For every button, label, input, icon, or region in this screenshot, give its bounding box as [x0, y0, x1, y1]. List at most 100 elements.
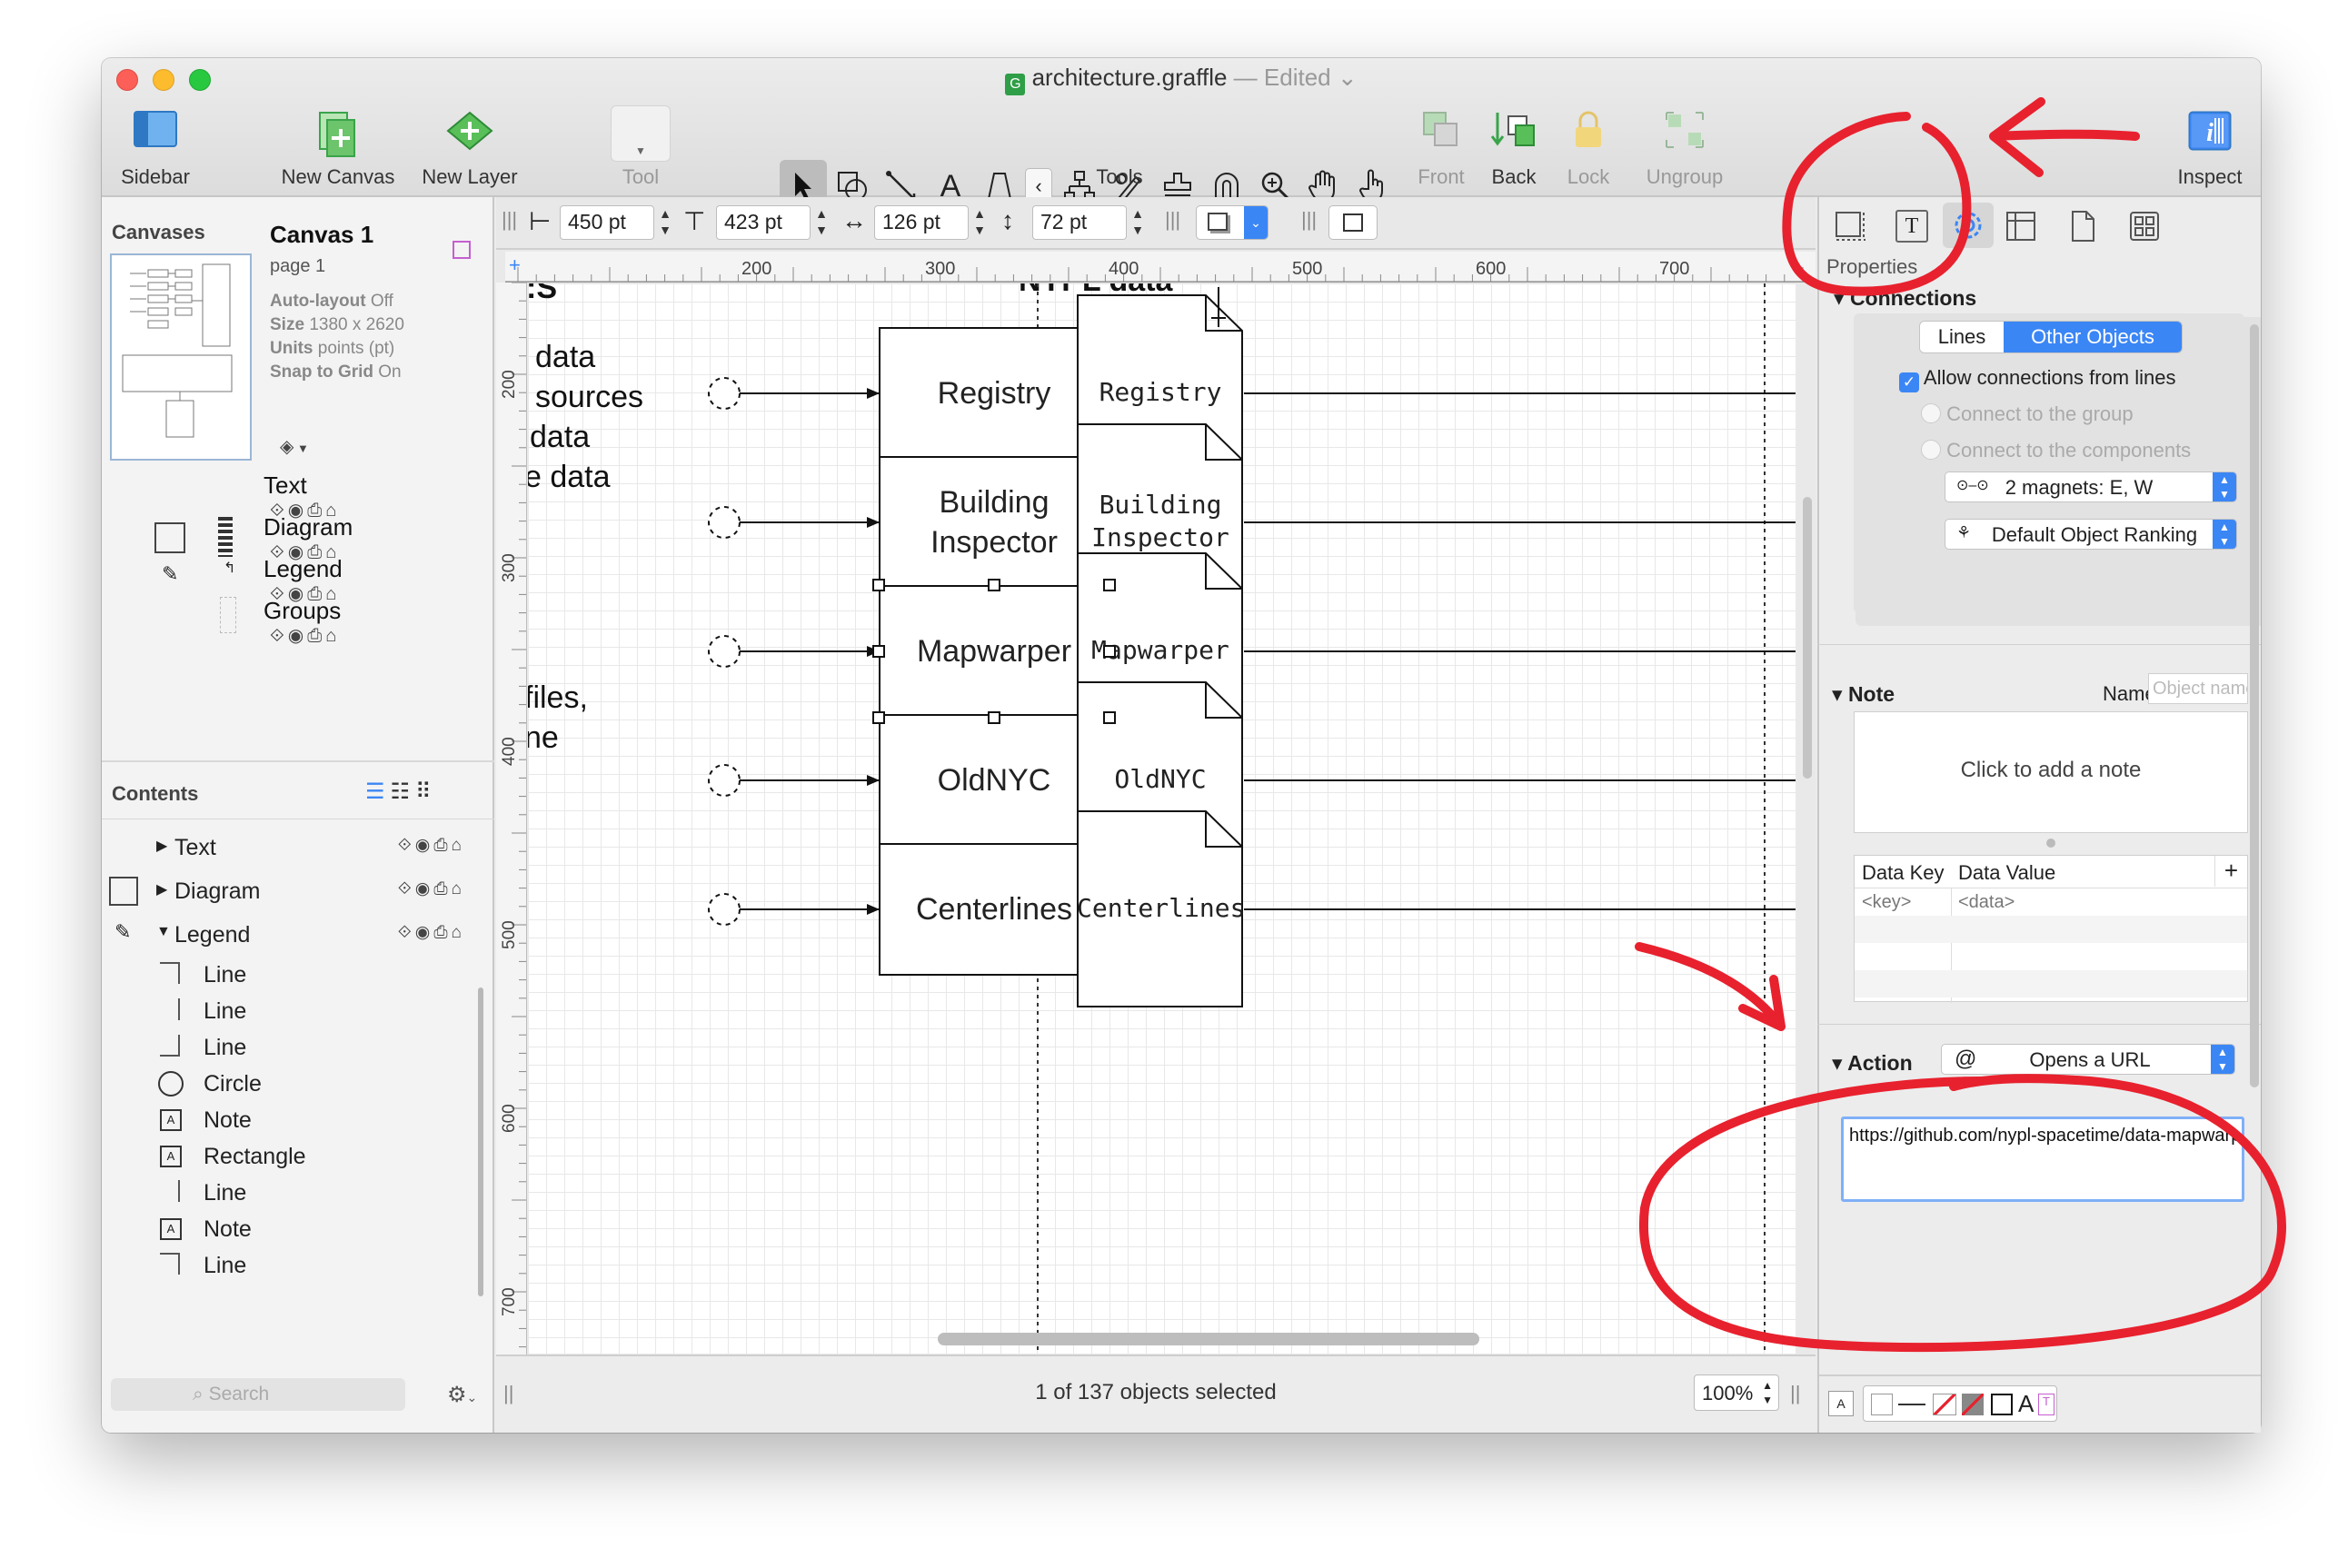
magnets-popup[interactable]: ⊙‒⊙ 2 magnets: E, W ▲ ▼ — [1945, 471, 2237, 502]
search-field[interactable]: ⌕ Search — [111, 1378, 405, 1411]
segment-other-objects[interactable]: Other Objects — [2004, 322, 2182, 352]
contents-item[interactable]: Line — [102, 1175, 483, 1211]
width-field[interactable]: 126 pt — [874, 205, 969, 240]
contents-item[interactable]: Line — [102, 1247, 483, 1284]
row-controls[interactable]: ⟐◉⎙⌂ — [398, 878, 465, 899]
bring-to-front-button[interactable]: Front — [1405, 58, 1477, 194]
process-box[interactable]: Centerlines — [879, 843, 1109, 976]
action-popup[interactable]: @ Opens a URL ▲ ▼ — [1941, 1044, 2235, 1075]
contents-item[interactable]: Circle — [102, 1066, 483, 1102]
source-circle[interactable] — [708, 635, 741, 668]
height-stepper[interactable]: ▲ ▼ — [1129, 205, 1147, 240]
source-circle[interactable] — [708, 377, 741, 410]
x-position-field[interactable]: 450 pt — [560, 205, 654, 240]
contents-group-text[interactable]: ▶ Text ⟐◉⎙⌂ — [102, 829, 483, 866]
layers-menu-button[interactable]: ◈ ▼ — [280, 435, 309, 458]
connect-group-radio[interactable]: Connect to the group — [1921, 402, 2134, 426]
y-position-field[interactable]: 423 pt — [716, 205, 811, 240]
process-box[interactable]: Building Inspector — [879, 456, 1109, 589]
segment-lines[interactable]: Lines — [1920, 322, 2004, 352]
stroke-style-button[interactable] — [1328, 205, 1378, 240]
shadow-style-popup[interactable]: ⌄ — [1196, 205, 1269, 240]
width-stepper[interactable]: ▲ ▼ — [970, 205, 989, 240]
font-a-icon[interactable]: A — [2018, 1390, 2034, 1418]
document-shape[interactable]: Centerlines — [1077, 810, 1245, 1008]
allow-connections-checkbox[interactable]: ✓ Allow connections from lines — [1899, 366, 2175, 392]
list-view-icon[interactable]: ☰ — [365, 779, 391, 804]
url-field[interactable]: https://github.com/nypl-spacetime/data-m… — [1841, 1116, 2244, 1202]
item-name: Line — [204, 1035, 247, 1060]
resize-handle-icon[interactable] — [2046, 839, 2055, 848]
height-field[interactable]: 72 pt — [1032, 205, 1127, 240]
contents-view-buttons[interactable]: ☰☷⠿ — [365, 779, 437, 805]
fill-swatch-icon[interactable] — [1871, 1394, 1893, 1415]
x-stepper[interactable]: ▲ ▼ — [656, 205, 674, 240]
contents-item[interactable]: Line — [102, 1029, 483, 1066]
connect-components-radio[interactable]: Connect to the components — [1921, 439, 2191, 462]
contents-item[interactable]: Line — [102, 993, 483, 1029]
ranking-popup[interactable]: ⚘ Default Object Ranking ▲ ▼ — [1945, 519, 2237, 550]
data-table[interactable]: Data Key Data Value + <key> <data> — [1854, 855, 2248, 1003]
value-cell[interactable]: <data> — [1958, 892, 2015, 913]
tools-label: Tools — [1096, 165, 1143, 188]
contents-item[interactable]: Line — [102, 957, 483, 993]
ungroup-button[interactable]: Ungroup — [1630, 58, 1739, 194]
square-shape-icon[interactable] — [1991, 1394, 2013, 1415]
inspect-button[interactable]: i Inspect — [2164, 58, 2255, 194]
disclosure-triangle-icon[interactable]: ▶ — [156, 837, 167, 855]
contents-group-legend[interactable]: ✎ ▼ Legend ⟐◉⎙⌂ — [102, 917, 483, 953]
table-row[interactable]: <key> <data> — [1855, 888, 2247, 916]
action-section-header[interactable]: ▾ Action — [1832, 1051, 1913, 1076]
ruler-origin-icon[interactable]: + — [509, 253, 521, 277]
row-controls[interactable]: ⟐◉⎙⌂ — [398, 922, 465, 943]
canvas-vertical-scrollbar[interactable] — [1803, 497, 1812, 779]
source-circle[interactable] — [708, 764, 741, 797]
no-fill-icon[interactable] — [1962, 1394, 1984, 1415]
text-position-icon[interactable]: T — [2038, 1394, 2054, 1415]
key-cell[interactable]: <key> — [1862, 892, 1911, 913]
connections-segmented-control[interactable]: Lines Other Objects — [1919, 321, 2183, 353]
front-label: Front — [1418, 165, 1465, 188]
inspector-scrollbar[interactable] — [2250, 324, 2259, 1087]
process-box[interactable]: Registry — [879, 327, 1109, 460]
add-row-plus-icon[interactable]: + — [2214, 856, 2247, 887]
layer-controls[interactable]: ⟐◉⎙⌂ — [270, 624, 340, 647]
source-circle[interactable] — [708, 506, 741, 539]
contents-item[interactable]: A Note — [102, 1102, 483, 1138]
contents-scrollbar[interactable] — [478, 987, 483, 1296]
stroke-swatch-icon[interactable] — [1898, 1404, 1925, 1405]
sidebar-actions-button[interactable]: ⚙⌄ — [447, 1382, 477, 1408]
send-to-back-button[interactable]: Back — [1477, 58, 1550, 194]
contents-group-diagram[interactable]: ▶ Diagram ⟐◉⎙⌂ — [102, 873, 483, 909]
canvas-horizontal-scrollbar[interactable] — [938, 1333, 1479, 1345]
contents-heading: Contents — [112, 782, 199, 805]
note-text-area[interactable]: Click to add a note — [1854, 711, 2248, 833]
gear-icon: ⚙ — [447, 1383, 467, 1407]
contents-item[interactable]: A Note — [102, 1211, 483, 1247]
disclosure-triangle-icon[interactable]: ▶ — [156, 880, 167, 898]
grid-view-icon[interactable]: ⠿ — [415, 779, 437, 804]
tool-button[interactable]: ▼ Tool — [600, 58, 682, 194]
process-box[interactable]: Mapwarper — [879, 585, 1109, 718]
disclosure-triangle-icon[interactable]: ▼ — [156, 924, 171, 940]
zoom-field[interactable]: 100% ▲ ▼ — [1694, 1374, 1779, 1411]
process-box[interactable]: OldNYC — [879, 714, 1109, 847]
lock-button[interactable]: Lock — [1552, 58, 1625, 194]
sidebar-toggle-button[interactable]: Sidebar — [105, 58, 205, 194]
contents-item[interactable]: A Rectangle — [102, 1138, 483, 1175]
row-controls[interactable]: ⟐◉⎙⌂ — [398, 835, 465, 856]
source-circle[interactable] — [708, 893, 741, 926]
note-section-header[interactable]: ▾ Note — [1832, 682, 1895, 707]
drawing-canvas[interactable]: :S data sources data e data files, ne NY… — [528, 283, 1796, 1354]
object-name-field[interactable]: Object name — [2148, 673, 2248, 704]
text-style-icon[interactable]: A — [1828, 1391, 1854, 1416]
zoom-stepper-icon[interactable]: ▲ ▼ — [1762, 1378, 1773, 1407]
note-placeholder: Click to add a note — [1960, 758, 2142, 782]
canvas-thumbnail[interactable] — [110, 253, 252, 461]
new-canvas-button[interactable]: New Canvas — [274, 58, 402, 194]
y-stepper[interactable]: ▲ ▼ — [812, 205, 831, 240]
new-canvas-icon — [319, 112, 355, 157]
outline-view-icon[interactable]: ☷ — [391, 779, 416, 804]
no-shadow-icon[interactable] — [1933, 1394, 1956, 1415]
new-layer-button[interactable]: New Layer — [406, 58, 533, 194]
